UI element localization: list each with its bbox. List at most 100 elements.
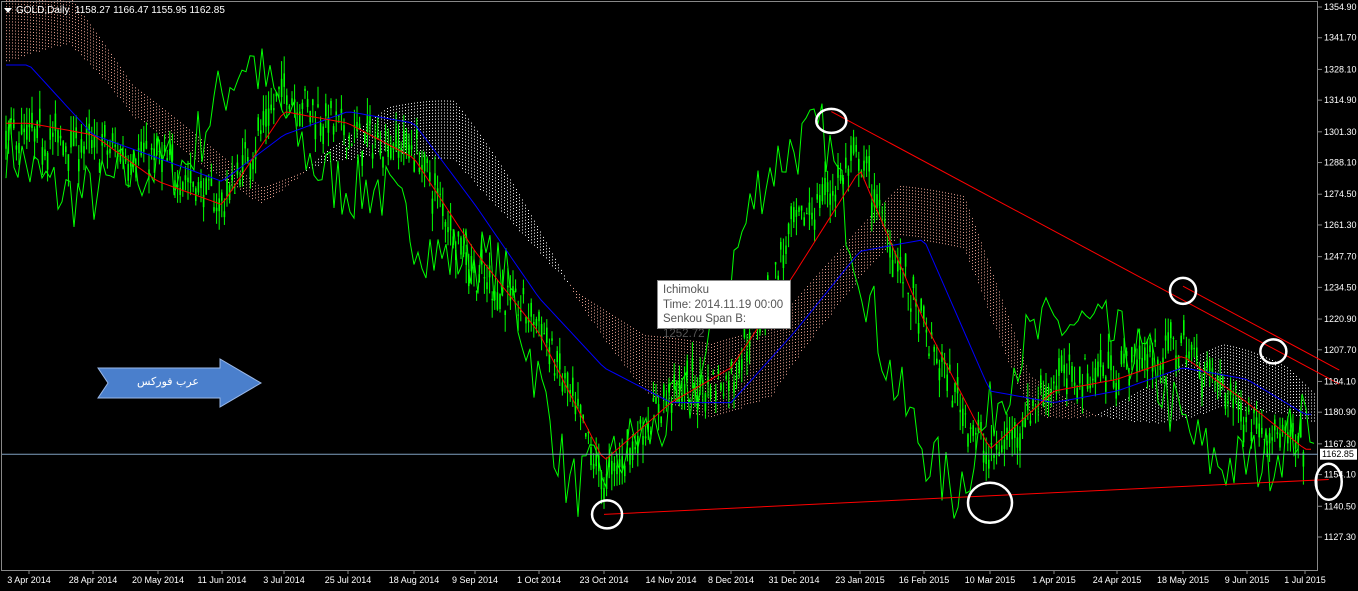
- kumo-dot: [627, 327, 628, 329]
- kumo-dot: [738, 402, 739, 404]
- kumo-dot: [72, 39, 73, 41]
- kumo-dot: [798, 350, 799, 352]
- kumo-dot: [831, 283, 832, 285]
- kumo-dot: [453, 133, 454, 135]
- kumo-dot: [999, 303, 1000, 305]
- kumo-dot: [936, 223, 937, 225]
- kumo-dot: [717, 357, 718, 359]
- kumo-dot: [630, 356, 631, 358]
- kumo-dot: [900, 221, 901, 223]
- kumo-dot: [285, 182, 286, 184]
- kumo-dot: [426, 122, 427, 124]
- kumo-dot: [66, 43, 67, 45]
- kumo-dot: [972, 250, 973, 252]
- kumo-dot: [129, 101, 130, 103]
- kumo-dot: [348, 154, 349, 156]
- kumo-dot: [762, 372, 763, 374]
- kumo-dot: [24, 55, 25, 57]
- kumo-dot: [972, 226, 973, 228]
- kumo-dot: [930, 225, 931, 227]
- kumo-dot: [996, 319, 997, 321]
- kumo-dot: [777, 369, 778, 371]
- kumo-dot: [27, 43, 28, 45]
- kumo-dot: [138, 92, 139, 94]
- kumo-dot: [984, 265, 985, 267]
- kumo-dot: [483, 184, 484, 186]
- kumo-dot: [489, 189, 490, 191]
- kumo-dot: [894, 224, 895, 226]
- kumo-dot: [48, 34, 49, 36]
- kumo-dot: [819, 284, 820, 286]
- kumo-dot: [483, 157, 484, 159]
- kumo-dot: [483, 166, 484, 168]
- kumo-dot: [837, 297, 838, 299]
- kumo-dot: [939, 191, 940, 193]
- kumo-dot: [174, 117, 175, 119]
- kumo-dot: [447, 151, 448, 153]
- kumo-dot: [123, 83, 124, 85]
- kumo-dot: [903, 213, 904, 215]
- kumo-dot: [750, 378, 751, 380]
- kumo-dot: [936, 238, 937, 240]
- kumo-dot: [48, 22, 49, 24]
- kumo-dot: [957, 218, 958, 220]
- kumo-dot: [837, 270, 838, 272]
- kumo-dot: [489, 198, 490, 200]
- kumo-dot: [261, 199, 262, 201]
- kumo-dot: [441, 124, 442, 126]
- kumo-dot: [456, 157, 457, 159]
- kumo-dot: [930, 192, 931, 194]
- kumo-dot: [735, 390, 736, 392]
- kumo-dot: [36, 23, 37, 25]
- kumo-dot: [624, 337, 625, 339]
- kumo-dot: [213, 163, 214, 165]
- kumo-dot: [624, 325, 625, 327]
- kumo-dot: [651, 386, 652, 388]
- kumo-dot: [75, 40, 76, 42]
- kumo-dot: [648, 377, 649, 379]
- kumo-dot: [834, 265, 835, 267]
- kumo-dot: [492, 155, 493, 157]
- kumo-dot: [1008, 343, 1009, 345]
- kumo-dot: [939, 233, 940, 235]
- kumo-dot: [114, 85, 115, 87]
- kumo-dot: [864, 243, 865, 245]
- kumo-dot: [708, 352, 709, 354]
- kumo-dot: [948, 210, 949, 212]
- kumo-dot: [774, 361, 775, 363]
- kumo-dot: [135, 99, 136, 101]
- kumo-dot: [441, 136, 442, 138]
- kumo-dot: [18, 45, 19, 47]
- kumo-dot: [996, 292, 997, 294]
- kumo-dot: [414, 108, 415, 110]
- kumo-dot: [774, 379, 775, 381]
- kumo-dot: [591, 313, 592, 315]
- kumo-dot: [957, 233, 958, 235]
- kumo-dot: [711, 371, 712, 373]
- kumo-dot: [105, 57, 106, 59]
- kumo-dot: [969, 233, 970, 235]
- kumo-dot: [963, 208, 964, 210]
- kumo-dot: [888, 215, 889, 217]
- kumo-dot: [957, 209, 958, 211]
- kumo-dot: [450, 154, 451, 156]
- kumo-dot: [57, 20, 58, 22]
- kumo-dot: [717, 366, 718, 368]
- kumo-dot: [810, 297, 811, 299]
- kumo-dot: [639, 379, 640, 381]
- kumo-dot: [171, 133, 172, 135]
- kumo-dot: [525, 207, 526, 209]
- kumo-dot: [774, 367, 775, 369]
- kumo-dot: [882, 239, 883, 241]
- kumo-dot: [900, 203, 901, 205]
- kumo-dot: [15, 27, 16, 29]
- kumo-dot: [516, 195, 517, 197]
- kumo-dot: [840, 279, 841, 281]
- kumo-dot: [459, 134, 460, 136]
- kumo-dot: [75, 22, 76, 24]
- kumo-dot: [222, 177, 223, 179]
- kumo-dot: [153, 110, 154, 112]
- kumo-dot: [648, 344, 649, 346]
- kumo-dot: [891, 194, 892, 196]
- kumo-dot: [624, 346, 625, 348]
